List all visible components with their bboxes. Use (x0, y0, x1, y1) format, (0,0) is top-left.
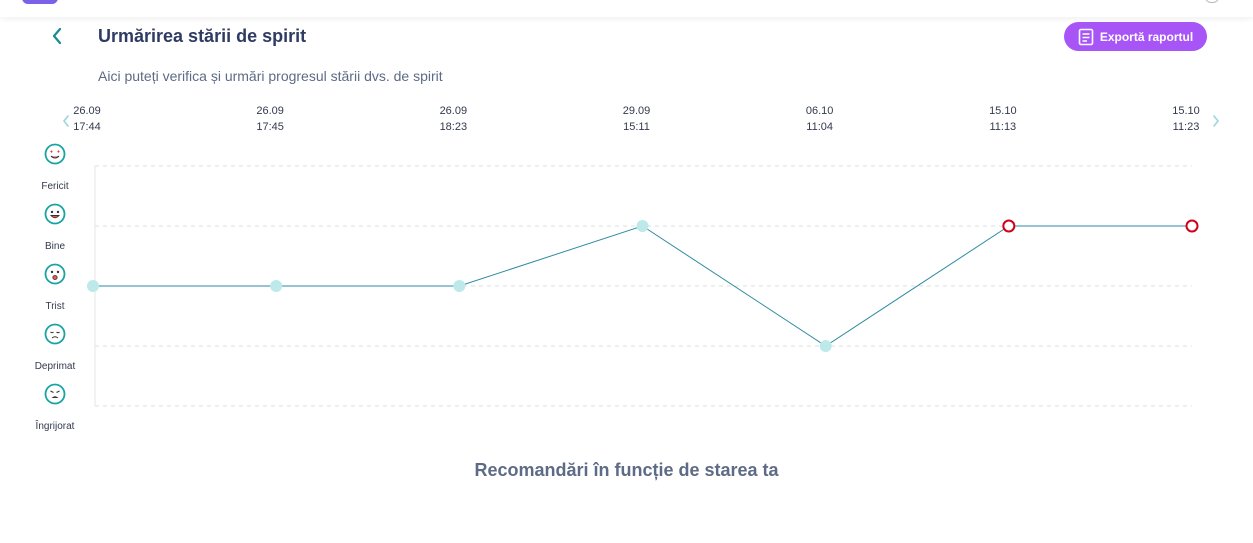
data-point-selected (1002, 219, 1016, 233)
recommendations-title: Recomandări în funcție de starea ta (474, 460, 779, 480)
data-point (453, 280, 466, 292)
data-point (87, 280, 99, 292)
data-point (636, 220, 649, 232)
data-point (270, 280, 283, 292)
data-point (819, 340, 832, 352)
data-point-selected (1185, 219, 1199, 233)
